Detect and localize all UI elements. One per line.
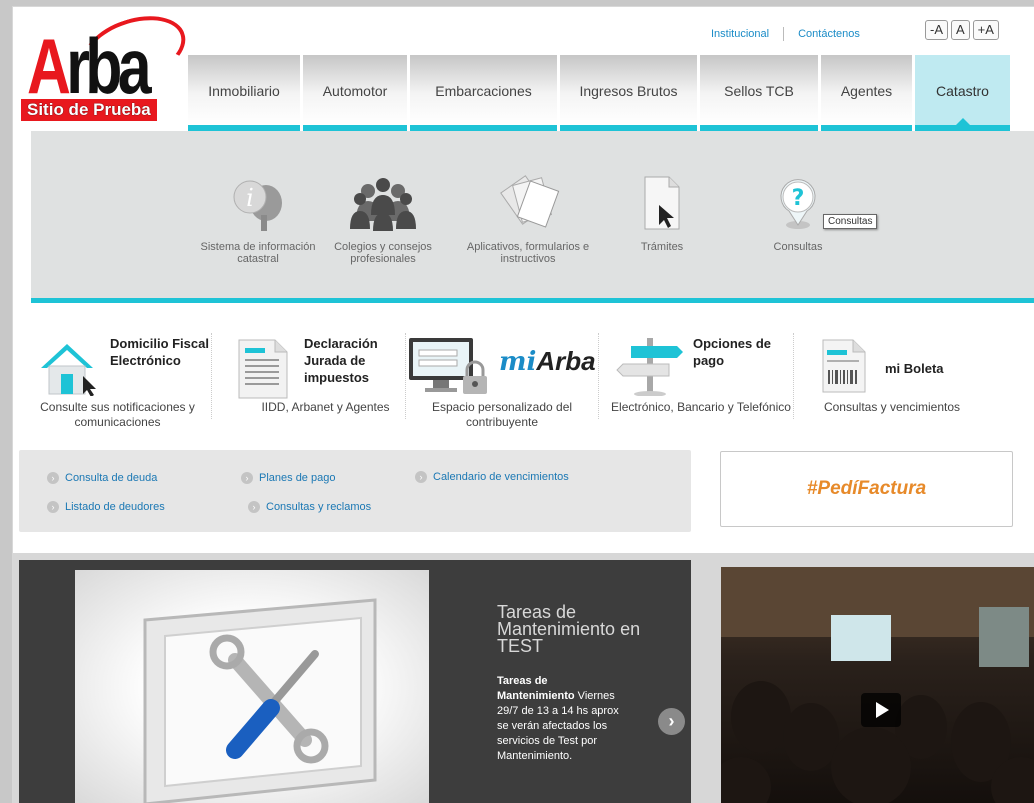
slide-body: Tareas de Mantenimiento Viernes 29/7 de …: [497, 675, 619, 762]
chevron-right-icon: ›: [47, 501, 59, 513]
svg-text:?: ?: [792, 186, 805, 211]
document-cursor-icon: [597, 171, 727, 235]
font-size-controls: -A A +A: [925, 20, 999, 40]
quick-links-box: › Consulta de deuda › Planes de pago › Cale…: [19, 450, 691, 532]
video-thumbnail[interactable]: [721, 567, 1034, 803]
submenu-label: Aplicativos, formularios e instructivos: [466, 241, 590, 265]
video-scene: [721, 567, 1034, 803]
submenu-label: Sistema de información catastral: [200, 241, 316, 265]
page: Arba Sitio de Prueba Institucional Contá…: [12, 6, 1034, 803]
slider-next-button[interactable]: ›: [658, 708, 685, 735]
chevron-right-icon: ›: [47, 472, 59, 484]
tab-embarcaciones[interactable]: Embarcaciones: [410, 55, 557, 131]
catastro-submenu: i Sistema de información catastral Coleg…: [31, 131, 1034, 303]
submenu-label: Trámites: [640, 241, 684, 253]
form-document-icon: [238, 339, 288, 399]
logo-subtitle: Sitio de Prueba: [21, 99, 157, 121]
top-links: Institucional Contáctenos: [711, 27, 860, 41]
link-planes-pago[interactable]: › Planes de pago: [241, 472, 335, 484]
signpost-icon: [616, 338, 683, 396]
link-calendario[interactable]: › Calendario de vencimientos: [415, 471, 569, 483]
tab-sellos-tcb[interactable]: Sellos TCB: [700, 55, 818, 131]
arba-logo[interactable]: Arba Sitio de Prueba: [19, 7, 194, 127]
submenu-item-aplicativos[interactable]: Aplicativos, formularios e instructivos: [463, 171, 593, 265]
monitor-tools-icon: [143, 598, 377, 803]
submenu-item-colegios[interactable]: Colegios y consejos profesionales: [318, 171, 448, 265]
tab-inmobiliario[interactable]: Inmobiliario: [188, 55, 300, 131]
font-increase-button[interactable]: +A: [972, 20, 999, 40]
chevron-right-icon: ›: [241, 472, 253, 484]
maintenance-image: [75, 570, 429, 803]
service-desc: IIDD, Arbanet y Agentes: [261, 400, 390, 414]
link-consultas-reclamos[interactable]: › Consultas y reclamos: [248, 501, 371, 513]
font-decrease-button[interactable]: -A: [925, 20, 948, 40]
link-consulta-deuda[interactable]: › Consulta de deuda: [47, 472, 157, 484]
pedifactura-banner[interactable]: #PedíFactura: [720, 451, 1013, 527]
font-reset-button[interactable]: A: [951, 20, 970, 40]
service-title: Domicilio Fiscal Electrónico: [110, 336, 209, 368]
chevron-right-icon: ›: [415, 471, 427, 483]
news-slider: Tareas de Mantenimiento en TEST Tareas d…: [19, 560, 691, 803]
submenu-label: Consultas: [773, 241, 823, 253]
link-institucional[interactable]: Institucional: [711, 28, 769, 40]
svg-text:i: i: [246, 184, 254, 212]
barcode-document-icon: [822, 339, 866, 393]
monitor-lock-icon: [409, 338, 487, 394]
tab-ingresos-brutos[interactable]: Ingresos Brutos: [560, 55, 697, 131]
divider: [598, 333, 599, 419]
tab-agentes[interactable]: Agentes: [821, 55, 912, 131]
divider: [405, 333, 406, 419]
service-desc: Consultas y vencimientos: [823, 400, 961, 414]
link-listado-deudores[interactable]: › Listado de deudores: [47, 501, 165, 513]
divider: [211, 333, 212, 419]
service-title: Declaración Jurada de impuestos: [304, 336, 378, 385]
slide-title: Tareas de Mantenimiento en TEST: [497, 602, 641, 656]
chevron-right-icon: ›: [248, 501, 260, 513]
submenu-label: Colegios y consejos profesionales: [334, 241, 432, 265]
service-title: mi Boleta: [885, 361, 944, 376]
tooltip: Consultas: [823, 214, 878, 229]
submenu-item-tramites[interactable]: Trámites: [597, 171, 727, 253]
logo-wordmark: Arba: [27, 22, 152, 110]
tab-catastro[interactable]: Catastro: [915, 55, 1010, 131]
submenu-item-consultas[interactable]: ? Consultas: [733, 171, 863, 253]
service-desc: Consulte sus notificaciones y comunicaci…: [40, 400, 195, 429]
house-icon: [41, 344, 96, 396]
miarba-logo: miArba: [499, 346, 596, 377]
link-contactenos[interactable]: Contáctenos: [798, 28, 860, 40]
submenu-item-sistema-informacion[interactable]: i Sistema de información catastral: [193, 171, 323, 265]
service-desc: Espacio personalizado del contribuyente: [431, 400, 573, 429]
documents-icon: [463, 171, 593, 235]
divider: [793, 333, 794, 419]
info-tree-icon: i: [193, 171, 323, 235]
people-group-icon: [318, 171, 448, 235]
service-title: Opciones de pago: [693, 336, 772, 368]
tab-automotor[interactable]: Automotor: [303, 55, 407, 131]
main-nav: Inmobiliario Automotor Embarcaciones Ing…: [188, 55, 1010, 131]
divider: [783, 27, 785, 41]
play-icon[interactable]: [861, 693, 901, 727]
service-desc: Electrónico, Bancario y Telefónico: [611, 400, 791, 414]
